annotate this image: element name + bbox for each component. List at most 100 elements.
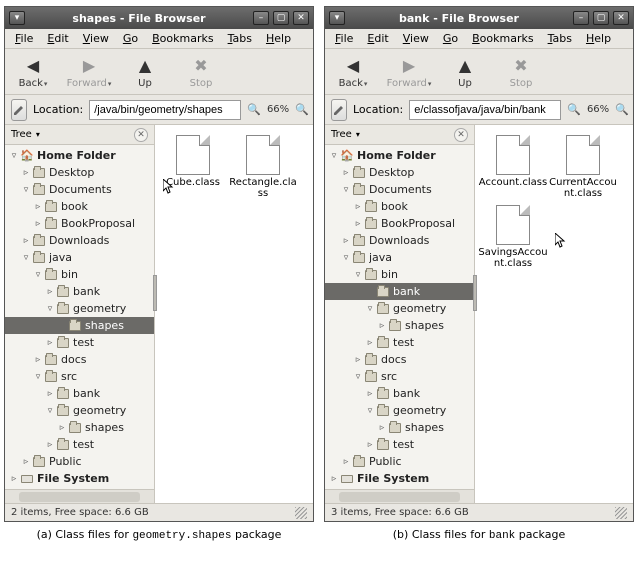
tree-node-test[interactable]: ▹test <box>5 436 154 453</box>
menu-tabs[interactable]: Tabs <box>222 30 258 47</box>
maximize-button[interactable]: ▢ <box>593 11 609 25</box>
tree-node-java[interactable]: ▿java <box>5 249 154 266</box>
tree-node-file-system[interactable]: ▹File System <box>5 470 154 487</box>
tree-node-bookproposal[interactable]: ▹BookProposal <box>325 215 474 232</box>
disclosure-icon[interactable]: ▹ <box>377 321 387 331</box>
tree-node-bank[interactable]: ▹bank <box>5 283 154 300</box>
disclosure-icon[interactable]: ▹ <box>57 423 67 433</box>
disclosure-icon[interactable]: ▿ <box>33 270 43 280</box>
disclosure-icon[interactable]: ▹ <box>45 389 55 399</box>
disclosure-icon[interactable]: ▿ <box>33 372 43 382</box>
tree-node-geometry[interactable]: ▿geometry <box>325 300 474 317</box>
disclosure-icon[interactable]: ▿ <box>365 406 375 416</box>
tree-node-shapes[interactable]: ▹shapes <box>325 419 474 436</box>
zoom-in-icon[interactable]: 🔍 <box>295 102 309 118</box>
tree-node-geometry[interactable]: ▿geometry <box>5 402 154 419</box>
tree-node-book[interactable]: ▹book <box>325 198 474 215</box>
disclosure-icon[interactable]: ▿ <box>329 151 339 161</box>
disclosure-icon[interactable]: ▹ <box>33 202 43 212</box>
menu-edit[interactable]: Edit <box>361 30 394 47</box>
tree-node-documents[interactable]: ▿Documents <box>5 181 154 198</box>
location-input[interactable] <box>409 100 561 120</box>
disclosure-icon[interactable]: ▿ <box>353 372 363 382</box>
file-item[interactable]: Account.class <box>483 135 543 199</box>
disclosure-icon[interactable]: ▹ <box>353 219 363 229</box>
tree-node-bookproposal[interactable]: ▹BookProposal <box>5 215 154 232</box>
tree-node-test[interactable]: ▹test <box>5 334 154 351</box>
tree-node-documents[interactable]: ▿Documents <box>325 181 474 198</box>
tree-node-src[interactable]: ▿src <box>325 368 474 385</box>
tree-node-bank[interactable]: ▹bank <box>325 385 474 402</box>
menu-help[interactable]: Help <box>580 30 617 47</box>
disclosure-icon[interactable]: ▹ <box>21 457 31 467</box>
sidebar-header[interactable]: Tree▾✕ <box>325 125 474 145</box>
maximize-button[interactable]: ▢ <box>273 11 289 25</box>
disclosure-icon[interactable]: ▹ <box>365 389 375 399</box>
back-button[interactable]: ◀Back▾ <box>11 55 55 89</box>
window-menu-icon[interactable]: ▾ <box>329 11 345 25</box>
disclosure-icon[interactable]: ▹ <box>341 236 351 246</box>
file-item[interactable]: CurrentAccount.class <box>553 135 613 199</box>
disclosure-icon[interactable]: ▹ <box>377 423 387 433</box>
disclosure-icon[interactable]: ▹ <box>353 355 363 365</box>
tree-node-bank[interactable]: bank <box>325 283 474 300</box>
disclosure-icon[interactable]: ▹ <box>365 338 375 348</box>
menu-bookmarks[interactable]: Bookmarks <box>466 30 539 47</box>
menu-view[interactable]: View <box>77 30 115 47</box>
sidebar-close-icon[interactable]: ✕ <box>134 128 148 142</box>
window-menu-icon[interactable]: ▾ <box>9 11 25 25</box>
tree-node-desktop[interactable]: ▹Desktop <box>5 164 154 181</box>
tree-node-geometry[interactable]: ▿geometry <box>5 300 154 317</box>
pane-resize-handle[interactable] <box>153 275 157 311</box>
edit-location-button[interactable] <box>331 99 347 121</box>
file-item[interactable]: SavingsAccount.class <box>483 205 543 269</box>
folder-tree[interactable]: ▿🏠Home Folder▹Desktop▿Documents▹book▹Boo… <box>325 145 474 489</box>
sidebar-header[interactable]: Tree▾✕ <box>5 125 154 145</box>
back-button[interactable]: ◀Back▾ <box>331 55 375 89</box>
disclosure-icon[interactable]: ▹ <box>353 202 363 212</box>
disclosure-icon[interactable]: ▹ <box>9 474 19 484</box>
disclosure-icon[interactable]: ▹ <box>329 474 339 484</box>
disclosure-icon[interactable]: ▹ <box>365 440 375 450</box>
menu-go[interactable]: Go <box>437 30 464 47</box>
disclosure-icon[interactable]: ▿ <box>45 304 55 314</box>
zoom-in-icon[interactable]: 🔍 <box>615 102 629 118</box>
pane-resize-handle[interactable] <box>473 275 477 311</box>
tree-node-docs[interactable]: ▹docs <box>5 351 154 368</box>
file-pane[interactable]: Cube.classRectangle.class <box>155 125 313 503</box>
zoom-out-icon[interactable]: 🔍 <box>567 102 581 118</box>
zoom-out-icon[interactable]: 🔍 <box>247 102 261 118</box>
up-button[interactable]: ▲Up <box>443 55 487 89</box>
tree-node-home-folder[interactable]: ▿🏠Home Folder <box>325 147 474 164</box>
disclosure-icon[interactable]: ▹ <box>341 168 351 178</box>
titlebar[interactable]: ▾shapes - File Browser–▢✕ <box>5 7 313 29</box>
menu-help[interactable]: Help <box>260 30 297 47</box>
disclosure-icon[interactable]: ▿ <box>353 270 363 280</box>
tree-node-shapes[interactable]: shapes <box>5 317 154 334</box>
disclosure-icon[interactable]: ▿ <box>45 406 55 416</box>
tree-node-bin[interactable]: ▿bin <box>325 266 474 283</box>
disclosure-icon[interactable]: ▿ <box>9 151 19 161</box>
disclosure-icon[interactable]: ▿ <box>341 185 351 195</box>
edit-location-button[interactable] <box>11 99 27 121</box>
disclosure-icon[interactable]: ▹ <box>33 219 43 229</box>
menu-bookmarks[interactable]: Bookmarks <box>146 30 219 47</box>
resize-grip[interactable] <box>615 507 627 519</box>
disclosure-icon[interactable]: ▿ <box>21 253 31 263</box>
tree-node-test[interactable]: ▹test <box>325 334 474 351</box>
disclosure-icon[interactable]: ▹ <box>45 440 55 450</box>
close-button[interactable]: ✕ <box>613 11 629 25</box>
resize-grip[interactable] <box>295 507 307 519</box>
sidebar-hscrollbar[interactable] <box>5 489 154 503</box>
disclosure-icon[interactable]: ▹ <box>21 236 31 246</box>
menu-tabs[interactable]: Tabs <box>542 30 578 47</box>
close-button[interactable]: ✕ <box>293 11 309 25</box>
tree-node-java[interactable]: ▿java <box>325 249 474 266</box>
tree-node-bank[interactable]: ▹bank <box>5 385 154 402</box>
disclosure-icon[interactable]: ▹ <box>21 168 31 178</box>
menu-file[interactable]: File <box>9 30 39 47</box>
file-item[interactable]: Rectangle.class <box>233 135 293 199</box>
location-input[interactable] <box>89 100 241 120</box>
tree-node-bin[interactable]: ▿bin <box>5 266 154 283</box>
file-pane[interactable]: Account.classCurrentAccount.classSavings… <box>475 125 633 503</box>
